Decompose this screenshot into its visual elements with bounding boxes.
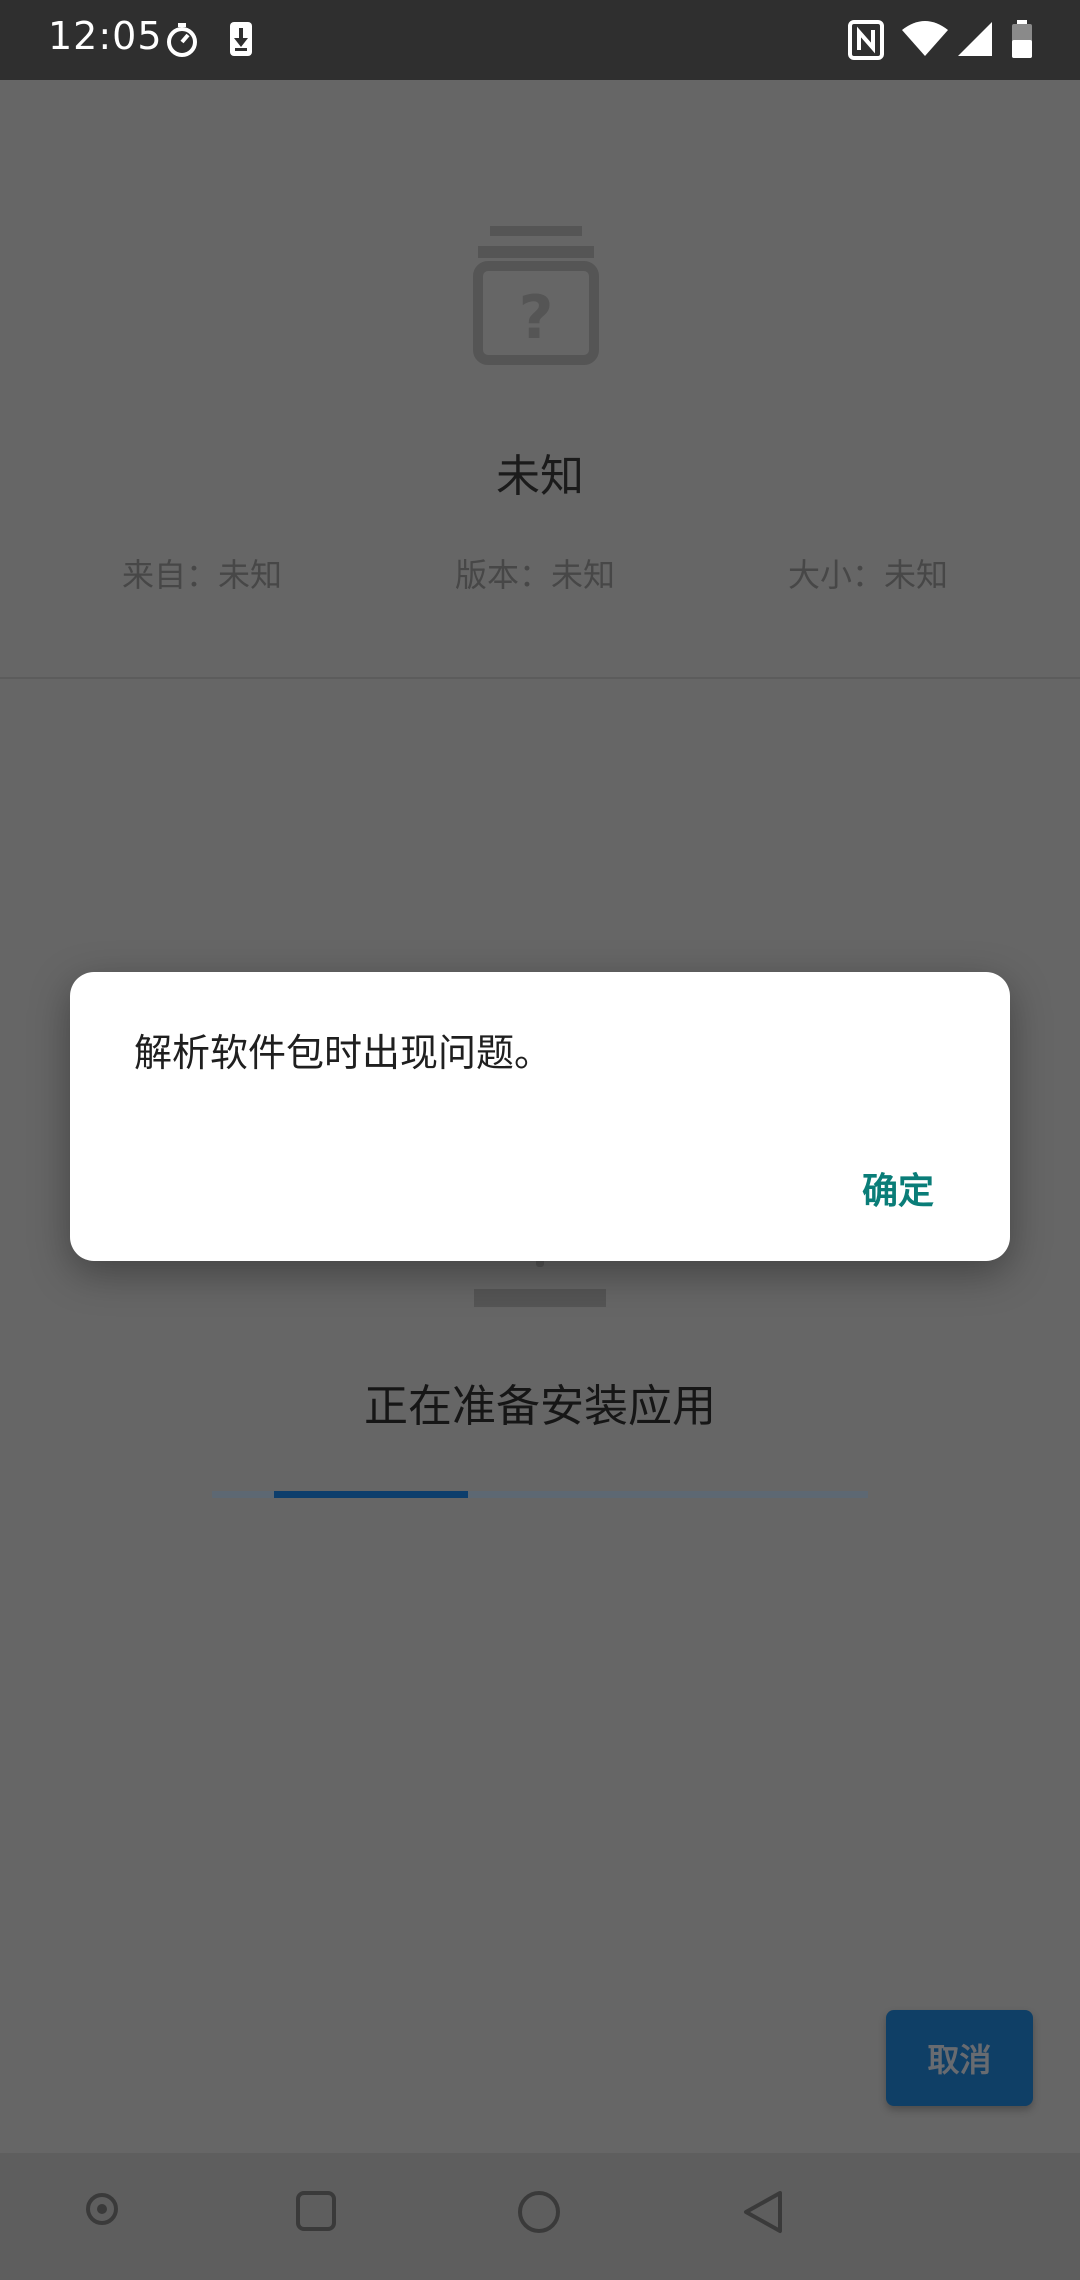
divider xyxy=(0,677,1080,679)
ok-button[interactable]: 确定 xyxy=(862,1162,934,1214)
error-dialog: 解析软件包时出现问题。 确定 xyxy=(70,972,1010,1261)
wifi-icon xyxy=(900,20,950,64)
nfc-icon xyxy=(848,20,884,64)
svg-text:?: ? xyxy=(519,283,554,353)
assistant-icon[interactable] xyxy=(82,2189,122,2233)
progress-bar xyxy=(212,1491,868,1498)
size-label: 大小：未知 xyxy=(788,556,949,594)
recents-icon[interactable] xyxy=(294,2189,338,2237)
back-icon[interactable] xyxy=(740,2189,786,2239)
source-label: 来自：未知 xyxy=(122,556,283,594)
dialog-message: 解析软件包时出现问题。 xyxy=(134,1031,553,1075)
status-bar: 12:05 xyxy=(0,0,1080,80)
status-time: 12:05 xyxy=(48,14,163,58)
signal-icon xyxy=(958,20,994,62)
navigation-bar xyxy=(0,2153,1080,2280)
unknown-package-icon: ? xyxy=(468,226,612,390)
install-icon-base xyxy=(474,1289,606,1307)
version-label: 版本：未知 xyxy=(455,556,616,594)
timer-icon xyxy=(162,20,202,64)
battery-icon xyxy=(1010,20,1034,64)
cancel-button[interactable]: 取消 xyxy=(886,2010,1033,2106)
download-icon xyxy=(228,20,254,62)
progress-label: 正在准备安装应用 xyxy=(364,1381,716,1432)
app-name: 未知 xyxy=(496,451,584,502)
home-icon[interactable] xyxy=(516,2189,562,2239)
progress-bar-fill xyxy=(274,1491,468,1498)
